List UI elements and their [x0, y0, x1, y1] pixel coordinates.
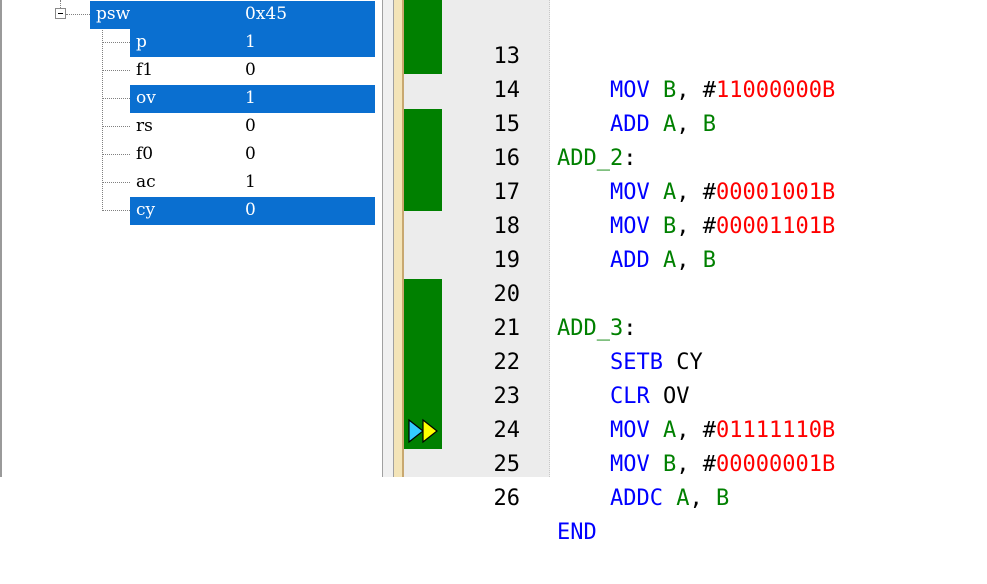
register-row-ov[interactable]: ov 1	[130, 85, 375, 113]
tree-line	[102, 98, 130, 99]
code-line[interactable]: 18 ADD A, B	[394, 176, 987, 273]
tree-line	[102, 210, 130, 211]
code-line[interactable]: 23 MOV A, #01111110B	[394, 346, 987, 443]
code-line[interactable]: 22 CLR OV	[394, 312, 987, 409]
register-name: f0	[136, 144, 154, 164]
register-name: rs	[136, 116, 153, 136]
register-value[interactable]: 1	[245, 85, 256, 111]
register-row-ac[interactable]: ac 1	[130, 169, 375, 197]
register-row-cy[interactable]: cy 0	[130, 197, 375, 225]
register-value[interactable]: 0	[245, 141, 256, 167]
tree-line	[102, 42, 130, 43]
register-value[interactable]: 0	[245, 113, 256, 139]
register-tree: psw 0x45 p 1 f1 0 ov 1 rs 0 f0 0 ac 1 cy…	[0, 0, 382, 477]
tree-line	[66, 14, 90, 15]
pane-splitter[interactable]	[382, 0, 394, 477]
code-line[interactable]: 15 ADD_2:	[394, 74, 987, 171]
code-line[interactable]: 20 ADD_3:	[394, 244, 987, 341]
tree-line	[102, 28, 103, 211]
tree-line	[60, 0, 61, 8]
register-value[interactable]: 1	[245, 169, 256, 195]
register-name: ov	[136, 88, 156, 108]
tree-line	[102, 154, 130, 155]
register-name: cy	[136, 200, 156, 220]
code-editor[interactable]: 13 MOV B, #11000000B 14 ADD A, B 15 ADD_…	[394, 0, 987, 545]
register-row-f1[interactable]: f1 0	[130, 57, 375, 85]
code-text: END	[557, 520, 597, 545]
collapse-toggle-icon[interactable]	[55, 8, 66, 19]
tree-line	[102, 70, 130, 71]
code-line[interactable]: 14 ADD A, B	[394, 40, 987, 137]
register-value[interactable]: 0x45	[245, 1, 287, 27]
code-line[interactable]: 16 MOV A, #00001001B	[394, 108, 987, 205]
register-row-f0[interactable]: f0 0	[130, 141, 375, 169]
tree-line	[102, 126, 130, 127]
code-line[interactable]: 13 MOV B, #11000000B	[394, 6, 987, 103]
register-name: ac	[136, 172, 156, 192]
register-row-rs[interactable]: rs 0	[130, 113, 375, 141]
code-line[interactable]: 19	[394, 210, 987, 273]
code-line-current[interactable]: 25 ADDC A, B	[394, 414, 987, 511]
pane-border	[0, 0, 2, 477]
register-row-psw[interactable]: psw 0x45	[90, 1, 375, 29]
tree-line	[102, 182, 130, 183]
register-name: p	[136, 32, 147, 52]
code-text: ADDC A, B	[609, 486, 730, 511]
code-line[interactable]: 24 MOV B, #00000001B	[394, 380, 987, 477]
code-line[interactable]: 21 SETB CY	[394, 278, 987, 375]
code-line[interactable]: 17 MOV B, #00001101B	[394, 142, 987, 239]
register-value[interactable]: 0	[245, 57, 256, 83]
line-number: 26	[493, 486, 521, 511]
register-name: psw	[96, 4, 131, 24]
splitter-edge	[382, 0, 383, 477]
current-execution-arrow-icon	[408, 418, 438, 444]
register-row-p[interactable]: p 1	[130, 29, 375, 57]
register-value[interactable]: 0	[245, 197, 256, 223]
register-name: f1	[136, 60, 154, 80]
register-value[interactable]: 1	[245, 29, 256, 55]
